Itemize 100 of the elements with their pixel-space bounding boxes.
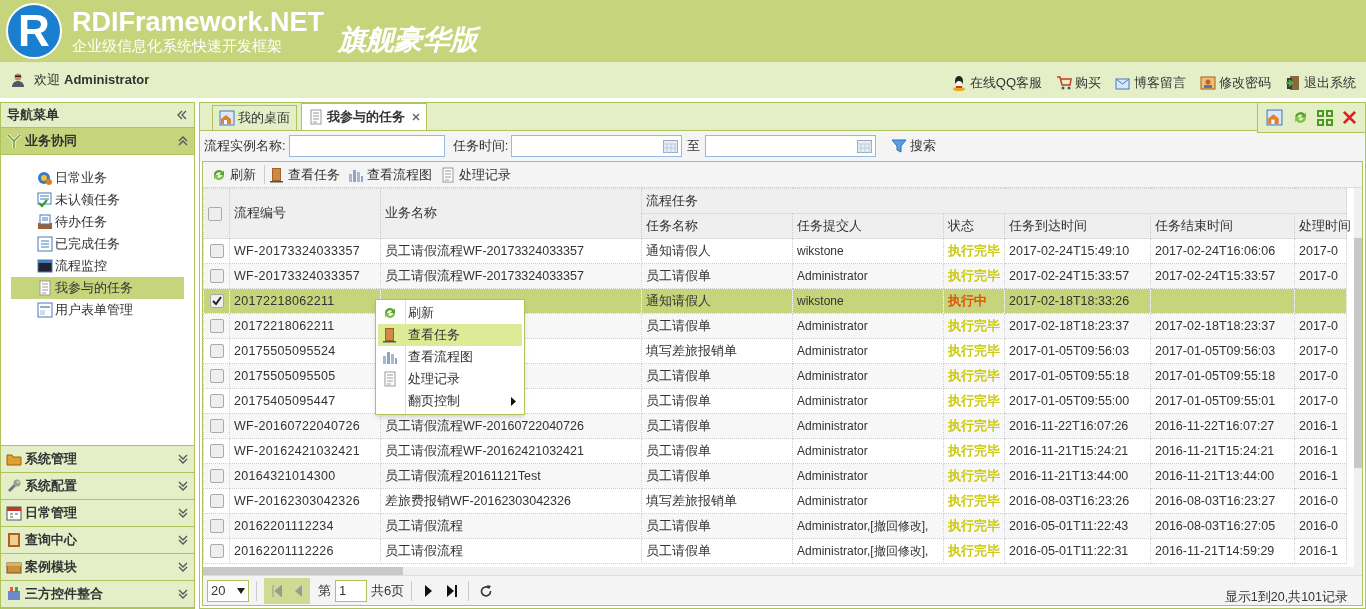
table-cell: 2016-0 [1294,488,1347,514]
checkbox[interactable] [209,294,224,309]
table-cell: 员工请假单 [641,313,793,339]
checkbox[interactable] [209,544,224,559]
menu-item[interactable]: 已完成任务 [11,233,184,255]
table-row[interactable]: WF-20173324033357 员工请假流程WF-20173324033357 员工请假单 Administrator 执行完毕 2017-02-24T15:33:57 2017-02-24T15:33:57 2017-0 [203,263,1347,289]
close-icon[interactable] [1341,110,1357,125]
table-cell: 2017-02-24T15:33:57 [1150,263,1295,289]
collapse-left-icon[interactable] [176,109,188,121]
table-cell: 员工请假流程20161121Test [380,463,642,489]
section-header[interactable]: 日常管理 [1,500,194,527]
search-button[interactable]: 搜索 [891,136,937,156]
checkbox[interactable] [208,206,222,221]
table-row[interactable]: WF-20173324033357 员工请假流程WF-20173324033357 通知请假人 wikstone 执行完毕 2017-02-24T15:49:10 2017-02-24T16:06:06 2017-0 [203,238,1347,264]
toolbar-button[interactable]: 查看流程图 [344,164,436,185]
column-header[interactable]: 任务名称 [641,213,793,239]
table-row[interactable]: 20162201112234 员工请假流程 员工请假单 Administrator,[撤回修改], 执行完毕 2016-05-01T11:22:43 2016-08-03T16:27:05 2016-0 [203,513,1347,539]
table-cell: Administrator,[撤回修改], [792,538,944,564]
table-cell: WF-20162303042326 [229,488,381,514]
header-link[interactable]: 在线QQ客服 [950,73,1042,93]
table-cell: 2016-1 [1294,438,1347,464]
menu-item[interactable]: 流程监控 [11,255,184,277]
table-cell: wikstone [792,288,944,314]
calendar-icon [6,505,22,521]
input-field[interactable] [288,135,445,157]
date-field[interactable] [705,135,877,157]
table-cell: 2017-01-05T09:55:00 [1004,388,1151,414]
header-link[interactable]: 修改密码 [1200,73,1271,93]
vertical-scrollbar[interactable] [1354,238,1362,468]
checkbox[interactable] [209,519,224,534]
menu-item[interactable]: 未认领任务 [11,189,184,211]
table-row[interactable]: 20162201112226 员工请假流程 员工请假单 Administrator,[撤回修改], 执行完毕 2016-05-01T11:22:31 2016-11-21T14:59:29 2016-1 [203,538,1347,564]
expand-icon[interactable] [177,507,189,519]
page-size-select[interactable]: 20 [207,579,249,602]
table-cell: 员工请假单 [641,363,793,389]
expand-icon[interactable] [177,588,189,600]
table-cell: 2016-11-21T13:44:00 [1004,463,1151,489]
calendar-icon[interactable] [663,139,679,153]
table-row[interactable]: 20164321014300 员工请假流程20161121Test 员工请假单 Administrator 执行完毕 2016-11-21T13:44:00 2016-11-21T13:44:00 2016-1 [203,463,1347,489]
toolbar-button[interactable]: 查看任务 [265,164,344,185]
expand-icon[interactable] [177,561,189,573]
section-header[interactable]: 查询中心 [1,527,194,554]
column-header[interactable]: 流程编号 [229,188,381,239]
checkbox[interactable] [209,244,224,259]
status-text: 执行完毕 [948,243,1000,259]
toolbar-button[interactable]: 处理记录 [436,164,515,185]
last-page-icon[interactable] [447,584,458,597]
previous-page-icon[interactable] [294,584,302,597]
product-subtitle: 企业级信息化系统快速开发框架 [72,37,283,55]
next-page-icon[interactable] [425,584,434,597]
menu-item[interactable]: 用户表单管理 [11,299,184,321]
checkbox[interactable] [209,494,224,509]
checkbox[interactable] [209,269,224,284]
expand-icon[interactable] [177,480,189,492]
tab[interactable]: 我参与的任务 [301,103,427,130]
checkbox[interactable] [209,369,224,384]
column-header[interactable]: 任务提交人 [792,213,944,239]
id-card-icon [1200,75,1216,91]
menu-item[interactable]: 日常业务 [11,167,184,189]
expand-icon[interactable] [177,534,189,546]
section-title: 系统管理 [25,450,77,469]
table-row[interactable]: WF-20160722040726 员工请假流程WF-20160722040726 员工请假单 Administrator 执行完毕 2016-11-22T16:07:26 2016-11-22T16:07:27 2016-1 [203,413,1347,439]
column-header[interactable]: 任务结束时间 [1150,213,1295,239]
first-page-icon[interactable] [272,584,282,597]
fullscreen-icon[interactable] [1317,109,1334,126]
close-icon[interactable] [412,113,420,121]
checkbox[interactable] [209,344,224,359]
table-row[interactable]: WF-20162421032421 员工请假流程WF-20162421032421 员工请假单 Administrator 执行完毕 2016-11-21T15:24:21 2016-11-21T15:24:21 2016-1 [203,438,1347,464]
collapse-icon[interactable] [177,135,189,147]
section-header[interactable]: 系统管理 [1,446,194,473]
expand-icon[interactable] [177,453,189,465]
table-cell: Administrator [792,488,944,514]
calendar-icon[interactable] [857,139,873,153]
header-link[interactable]: 购买 [1056,73,1101,93]
toolbar-button[interactable]: 刷新 [207,164,265,185]
menu-item[interactable]: 我参与的任务 [11,277,184,299]
table-cell: 2017-0 [1294,313,1347,339]
table-cell: Administrator [792,363,944,389]
checkbox[interactable] [209,469,224,484]
refresh-icon[interactable] [480,584,493,597]
checkbox[interactable] [209,419,224,434]
header-link[interactable]: 博客留言 [1115,73,1186,93]
date-field[interactable] [511,135,683,157]
page-input[interactable]: 1 [335,579,367,602]
menu-item[interactable]: 查看任务 [378,324,522,346]
column-header[interactable]: 业务名称 [380,188,642,239]
table-row[interactable]: WF-20162303042326 差旅费报销WF-20162303042326 填写差旅报销单 Administrator 执行完毕 2016-08-03T16:23:26 2016-08-03T16:23:27 2016-0 [203,488,1347,514]
table-cell: 2017-02-24T15:49:10 [1004,238,1151,264]
column-header[interactable]: 任务到达时间 [1004,213,1151,239]
section-header[interactable]: 案例模块 [1,554,194,581]
section-header[interactable]: 系统配置 [1,473,194,500]
checkbox[interactable] [209,394,224,409]
header-link[interactable]: 退出系统 [1285,73,1356,93]
tab[interactable]: 我的桌面 [212,105,297,130]
section-header[interactable]: 三方控件整合 [1,581,194,608]
checkbox[interactable] [209,444,224,459]
section-header[interactable]: 业务协同 [1,128,194,155]
menu-item[interactable]: 待办任务 [11,211,184,233]
checkbox[interactable] [209,319,224,334]
horizontal-scrollbar[interactable] [203,567,403,575]
